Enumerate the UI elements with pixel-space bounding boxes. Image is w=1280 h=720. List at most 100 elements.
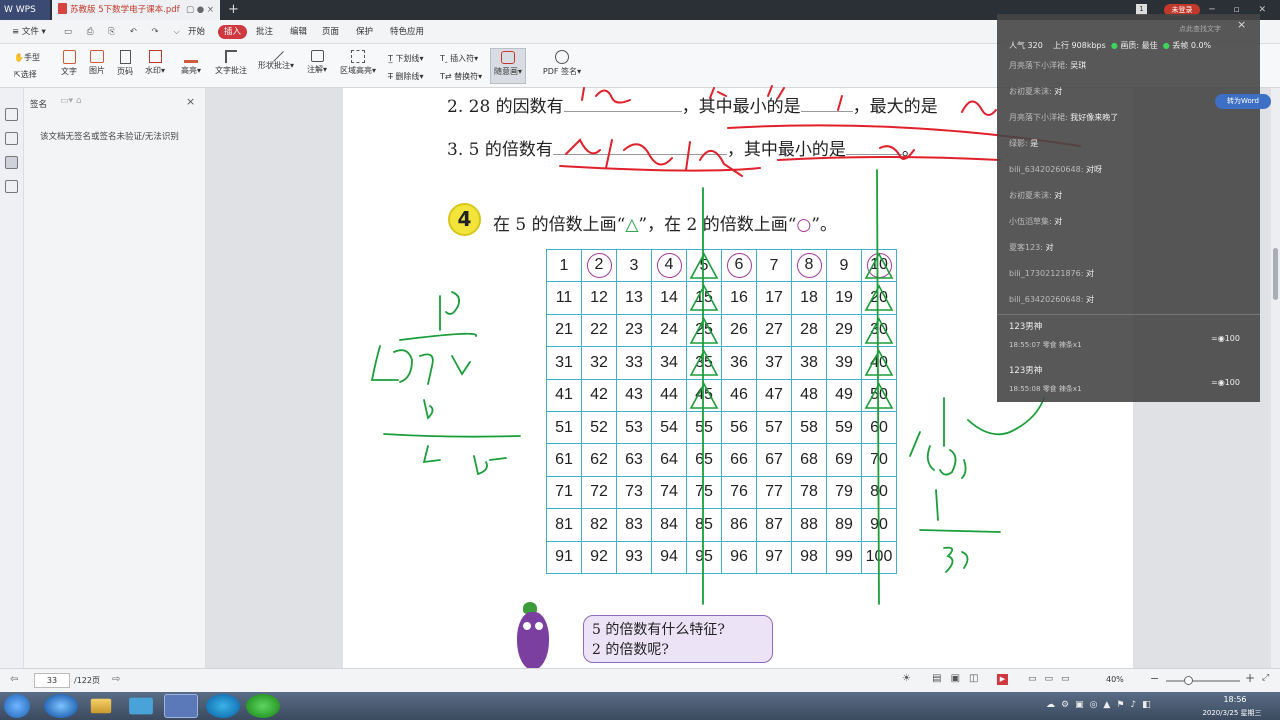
wps-home-tab[interactable]: W WPS <box>0 0 50 20</box>
system-tray-icons[interactable]: ☁⚙▣◎▲⚑♪◧ <box>1046 700 1157 710</box>
highlight-tool[interactable]: 高亮▾ <box>178 50 204 76</box>
underline-tool[interactable]: T̲ 下划线▾ <box>388 53 423 64</box>
watermark-tool[interactable]: 水印▾ <box>142 50 168 76</box>
start-button[interactable] <box>4 694 30 718</box>
wps-taskbar-icon[interactable] <box>164 694 198 718</box>
grid-number: 78 <box>800 483 818 501</box>
underline-label: 下划线 <box>395 54 420 63</box>
zoom-slider-handle[interactable] <box>1184 676 1193 685</box>
text-comment-icon <box>225 50 237 63</box>
app-name: WPS <box>15 5 36 15</box>
text-comment-tool[interactable]: 文字批注 <box>214 50 248 76</box>
insert-char-tool[interactable]: T‸ 插入符▾ <box>440 53 478 64</box>
grid-number: 43 <box>625 386 643 404</box>
close-tab-icon[interactable]: ▢ ● × <box>186 0 214 20</box>
annotate-tool[interactable]: 注解▾ <box>304 50 330 75</box>
replace-char-tool[interactable]: T⇄ 替换符▾ <box>440 71 482 82</box>
chat-divider <box>997 314 1260 315</box>
image-tool[interactable]: 图片 <box>86 50 108 76</box>
search-input[interactable]: 点此查找文字 <box>1179 24 1239 36</box>
close-panel-icon[interactable]: × <box>186 95 195 108</box>
app-icon[interactable] <box>129 697 153 715</box>
clock-time[interactable]: 18:56 <box>1212 695 1258 704</box>
grid-number: 92 <box>590 548 608 566</box>
grid-cell: 54 <box>651 410 687 445</box>
prev-page-icon[interactable]: ⇦ <box>10 674 18 685</box>
attachment-icon[interactable] <box>5 180 18 193</box>
triangle-mark <box>864 317 894 344</box>
hand-tool[interactable]: ✋手型 <box>14 52 40 63</box>
scrollbar-thumb[interactable] <box>1273 248 1278 300</box>
vertical-scrollbar[interactable] <box>1271 88 1280 668</box>
text-tool[interactable]: 文字 <box>58 50 80 77</box>
menu-tab-comment[interactable]: 批注 <box>256 20 273 44</box>
coin-icon: =◉ <box>1211 334 1225 343</box>
panel-options-icon[interactable]: ▭▾ ⌂ <box>60 96 82 106</box>
gift-item: 零食 <box>1042 341 1057 349</box>
grid-cell: 74 <box>651 475 687 510</box>
chat-username: 月亮落下小洋裙: <box>1009 61 1068 70</box>
quick-access-toolbar[interactable]: ▭ ⎙ ⎘ ↶ ↷ ⌵ <box>64 20 186 44</box>
page-number-input[interactable]: 33 <box>34 673 70 688</box>
file-explorer-icon[interactable] <box>90 698 112 714</box>
quality-indicator-icon: ● <box>1110 41 1118 50</box>
document-tab[interactable]: 苏教版 5下数学电子课本.pdf ▢ ● × <box>52 0 220 20</box>
freehand-tool[interactable]: 随意画▾ <box>490 48 526 84</box>
file-menu[interactable]: ≡ 文件 ▾ <box>12 20 46 44</box>
grid-number: 38 <box>800 353 818 371</box>
grid-number: 60 <box>870 418 888 436</box>
grid-number: 65 <box>695 451 713 469</box>
grid-number: 87 <box>765 515 783 533</box>
hundred-chart: 1 2 3 4 5 6 7 8 9 10 11 12 13 14 15 16 17 18 19 20 21 22 23 24 2… <box>546 248 897 574</box>
menu-tab-special[interactable]: 特色应用 <box>390 20 424 44</box>
chat-text: 对 <box>1045 243 1054 252</box>
shape-comment-tool[interactable]: 形状批注▾ <box>256 46 296 71</box>
next-page-icon[interactable]: ⇨ <box>112 674 120 685</box>
chat-username: bili_17302121876: <box>1009 269 1084 278</box>
new-tab-button[interactable]: + <box>228 0 239 20</box>
convert-to-word-button[interactable]: 转为Word <box>1215 94 1271 109</box>
grid-number: 37 <box>765 353 783 371</box>
grid-cell: 56 <box>721 410 757 445</box>
page-number-tool[interactable]: 页码 <box>114 50 136 77</box>
pdf-sign-tool[interactable]: PDF 签名▾ <box>540 50 584 77</box>
strikeout-tool[interactable]: T̶ 删除线▾ <box>388 71 423 82</box>
chat-username: お初夏未沫: <box>1009 191 1052 200</box>
grid-number: 53 <box>625 418 643 436</box>
layout-icons[interactable]: ▭▭▭ <box>1028 674 1078 684</box>
menu-tab-page[interactable]: 页面 <box>322 20 339 44</box>
outline-icon[interactable] <box>5 108 18 121</box>
browser-icon[interactable] <box>206 694 240 718</box>
thumbnail-icon[interactable] <box>5 132 18 145</box>
grid-number: 83 <box>625 515 643 533</box>
view-mode-icons[interactable]: ☀ ▤▣◫ <box>902 673 988 684</box>
close-overlay-icon[interactable]: × <box>1237 18 1246 31</box>
zoom-out-icon[interactable]: − <box>1150 672 1159 685</box>
grid-number: 97 <box>765 548 783 566</box>
zoom-level[interactable]: 40% <box>1106 675 1124 684</box>
gift-time: 18:55:08 <box>1009 385 1041 393</box>
grid-number: 41 <box>555 386 573 404</box>
grid-number: 17 <box>765 289 783 307</box>
area-highlight-tool[interactable]: 区域高亮▾ <box>338 50 378 76</box>
signature-panel-icon[interactable] <box>5 156 18 169</box>
select-tool[interactable]: ⇱选择 <box>14 69 37 80</box>
grid-cell: 35 <box>686 346 722 380</box>
page-number-icon <box>119 50 131 64</box>
menu-tab-start[interactable]: 开始 <box>188 20 205 44</box>
zoom-slider[interactable] <box>1166 680 1240 682</box>
menu-tab-insert[interactable]: 插入 <box>218 25 248 39</box>
fullscreen-icon[interactable]: ⤢ <box>1262 673 1269 683</box>
ie-browser-icon[interactable] <box>44 694 78 718</box>
wechat-icon[interactable] <box>246 694 280 718</box>
signature-status-message: 该文档无签名或签名未验证/无法识别 <box>40 132 179 142</box>
menu-tab-edit[interactable]: 编辑 <box>290 20 307 44</box>
grid-number: 48 <box>800 386 818 404</box>
grid-number: 62 <box>590 451 608 469</box>
grid-cell: 3 <box>616 248 652 283</box>
clock-date[interactable]: 2020/3/25 星期三 <box>1196 708 1268 718</box>
menu-tab-protect[interactable]: 保护 <box>356 20 373 44</box>
play-slideshow-icon[interactable]: ▶ <box>997 674 1008 685</box>
zoom-in-icon[interactable]: + <box>1245 671 1255 685</box>
grid-cell: 84 <box>651 508 687 542</box>
